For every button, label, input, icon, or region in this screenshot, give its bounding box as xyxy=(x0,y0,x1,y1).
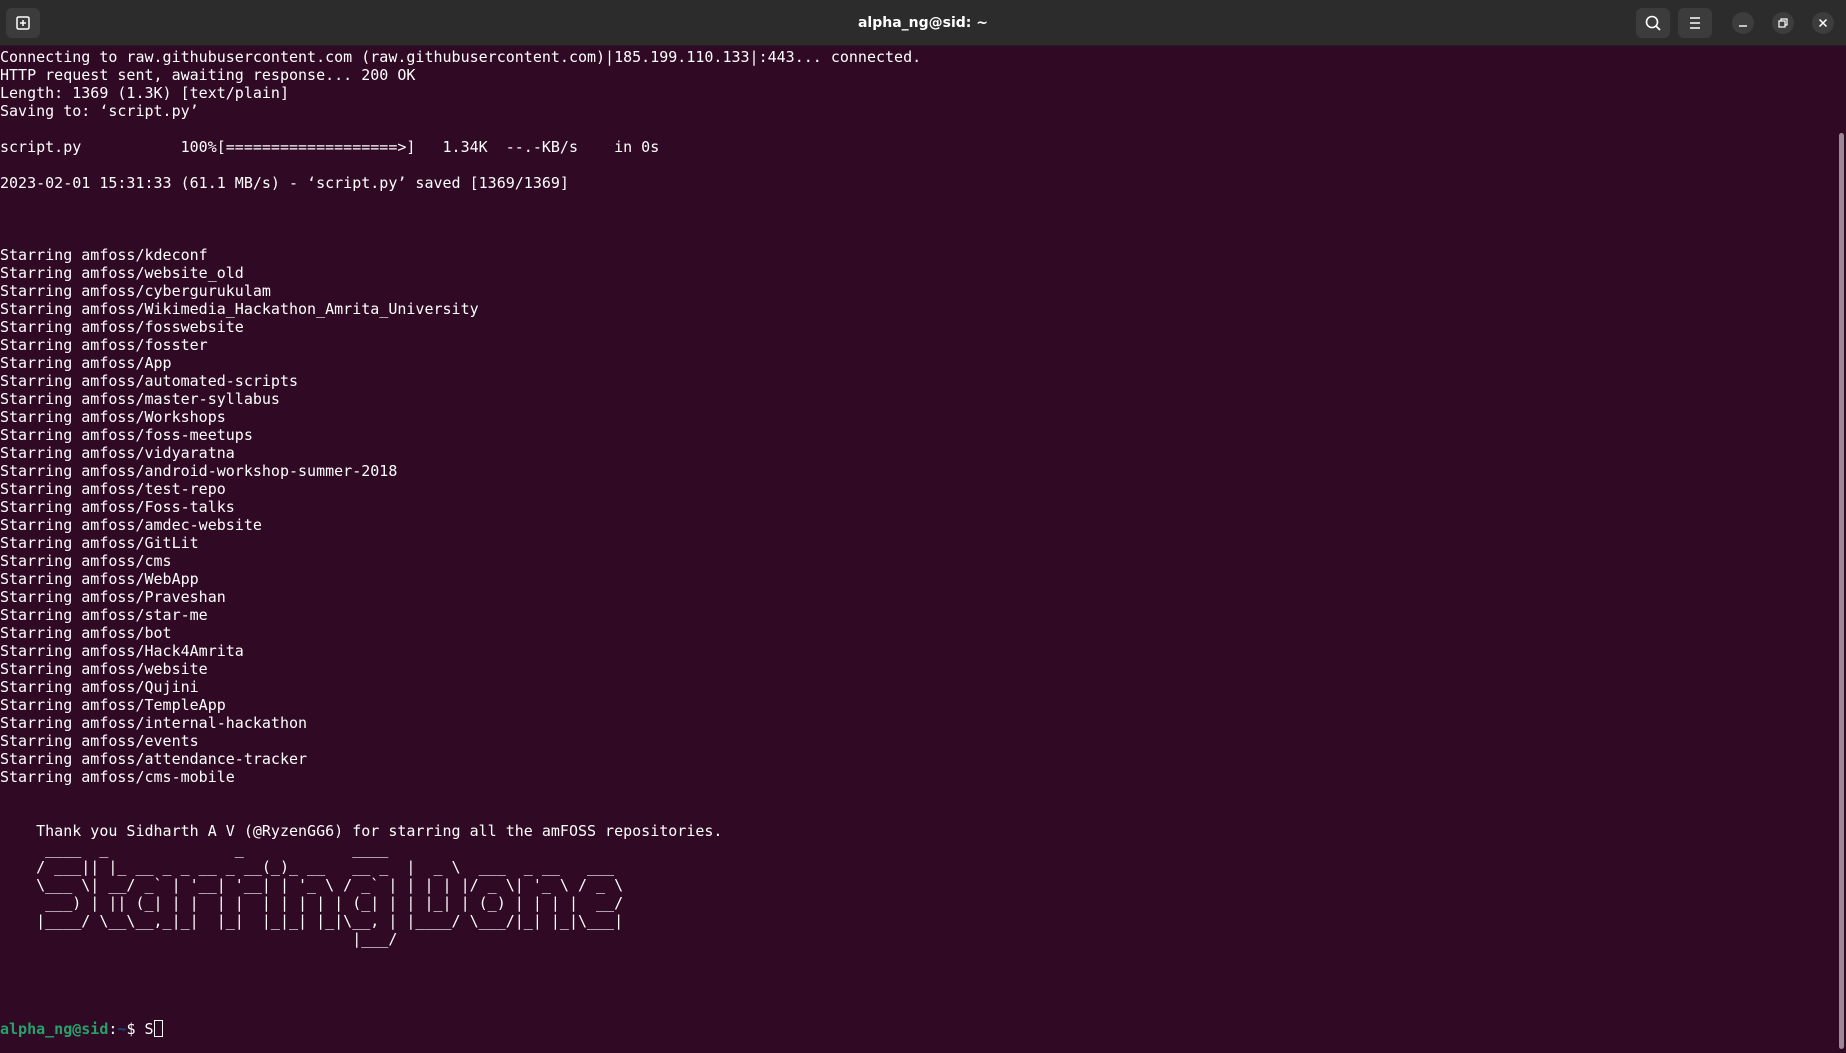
starring-line: Starring amfoss/Praveshan xyxy=(0,588,226,606)
ascii-art-line: |___/ xyxy=(0,930,398,948)
ascii-art-line: ___) | || (_| | | | | | | | | | (_| | | … xyxy=(0,894,624,912)
starring-line: Starring amfoss/Foss-talks xyxy=(0,498,235,516)
minimize-button[interactable] xyxy=(1732,12,1754,34)
close-button[interactable] xyxy=(1812,12,1834,34)
ascii-art-line: / ___|| |_ __ _ _ __ _ __(_)_ __ __ _ | … xyxy=(0,858,615,876)
terminal-window: alpha_ng@sid: ~ Connecting to raw.github… xyxy=(0,0,1846,1053)
thank-you-message: Thank you Sidharth A V (@RyzenGG6) for s… xyxy=(0,822,723,840)
prompt-user-host: alpha_ng@sid xyxy=(0,1020,109,1038)
starring-line: Starring amfoss/events xyxy=(0,732,199,750)
starring-line: Starring amfoss/WebApp xyxy=(0,570,199,588)
starring-line: Starring amfoss/automated-scripts xyxy=(0,372,299,390)
starring-line: Starring amfoss/Wikimedia_Hackathon_Amri… xyxy=(0,300,479,318)
progress-line: script.py 100%[===================>] 1.3… xyxy=(0,138,660,156)
output-line: Connecting to raw.githubusercontent.com … xyxy=(0,48,922,66)
title-bar: alpha_ng@sid: ~ xyxy=(0,0,1846,46)
output-line: HTTP request sent, awaiting response... … xyxy=(0,66,416,84)
search-button[interactable] xyxy=(1636,8,1670,38)
ascii-art-line: |____/ \__\__,_|_| |_| |_|_| |_|\__, | |… xyxy=(0,912,624,930)
menu-button[interactable] xyxy=(1678,8,1712,38)
starring-line: Starring amfoss/fosster xyxy=(0,336,208,354)
starring-list: Starring amfoss/kdeconf Starring amfoss/… xyxy=(0,246,1836,786)
starring-line: Starring amfoss/internal-hackathon xyxy=(0,714,308,732)
hamburger-menu-icon xyxy=(1690,17,1700,29)
scrollbar[interactable] xyxy=(1839,133,1844,1049)
starring-line: Starring amfoss/vidyaratna xyxy=(0,444,235,462)
prompt-input[interactable]: S xyxy=(145,1020,154,1038)
starring-line: Starring amfoss/foss-meetups xyxy=(0,426,253,444)
starring-line: Starring amfoss/attendance-tracker xyxy=(0,750,308,768)
starring-line: Starring amfoss/cybergurukulam xyxy=(0,282,271,300)
starring-line: Starring amfoss/Qujini xyxy=(0,678,199,696)
window-title: alpha_ng@sid: ~ xyxy=(857,15,989,31)
starring-line: Starring amfoss/website xyxy=(0,660,208,678)
restore-icon xyxy=(1778,18,1788,28)
starring-line: Starring amfoss/master-syllabus xyxy=(0,390,280,408)
search-icon xyxy=(1645,15,1661,31)
starring-line: Starring amfoss/kdeconf xyxy=(0,246,208,264)
output-line: Saving to: ‘script.py’ xyxy=(0,102,199,120)
starring-line: Starring amfoss/TempleApp xyxy=(0,696,226,714)
starring-line: Starring amfoss/bot xyxy=(0,624,172,642)
ascii-art-line: \___ \| __/ _` | '__| '__| | '_ \ / _` |… xyxy=(0,876,624,894)
ascii-art-banner: ____ _ _ ____ / ___|| |_ __ _ _ __ _ __(… xyxy=(0,840,1836,948)
output-line: Length: 1369 (1.3K) [text/plain] xyxy=(0,84,289,102)
starring-line: Starring amfoss/Hack4Amrita xyxy=(0,642,244,660)
prompt-symbol: $ xyxy=(126,1020,145,1038)
text-cursor xyxy=(153,1020,163,1037)
minimize-icon xyxy=(1739,25,1747,27)
starring-line: Starring amfoss/website_old xyxy=(0,264,244,282)
starring-line: Starring amfoss/cms xyxy=(0,552,172,570)
maximize-button[interactable] xyxy=(1772,12,1794,34)
starring-line: Starring amfoss/App xyxy=(0,354,172,372)
terminal-output[interactable]: Connecting to raw.githubusercontent.com … xyxy=(0,48,1836,1048)
saved-line: 2023-02-01 15:31:33 (61.1 MB/s) - ‘scrip… xyxy=(0,174,569,192)
command-prompt[interactable]: alpha_ng@sid:~$ S xyxy=(0,1020,1836,1038)
starring-line: Starring amfoss/amdec-website xyxy=(0,516,262,534)
close-icon xyxy=(1818,18,1828,28)
starring-line: Starring amfoss/test-repo xyxy=(0,480,226,498)
starring-line: Starring amfoss/android-workshop-summer-… xyxy=(0,462,398,480)
starring-line: Starring amfoss/cms-mobile xyxy=(0,768,235,786)
download-output: Connecting to raw.githubusercontent.com … xyxy=(0,48,1836,192)
starring-line: Starring amfoss/fosswebsite xyxy=(0,318,244,336)
starring-line: Starring amfoss/star-me xyxy=(0,606,208,624)
ascii-art-line: ____ _ _ ____ xyxy=(0,840,389,858)
starring-line: Starring amfoss/Workshops xyxy=(0,408,226,426)
starring-line: Starring amfoss/GitLit xyxy=(0,534,199,552)
